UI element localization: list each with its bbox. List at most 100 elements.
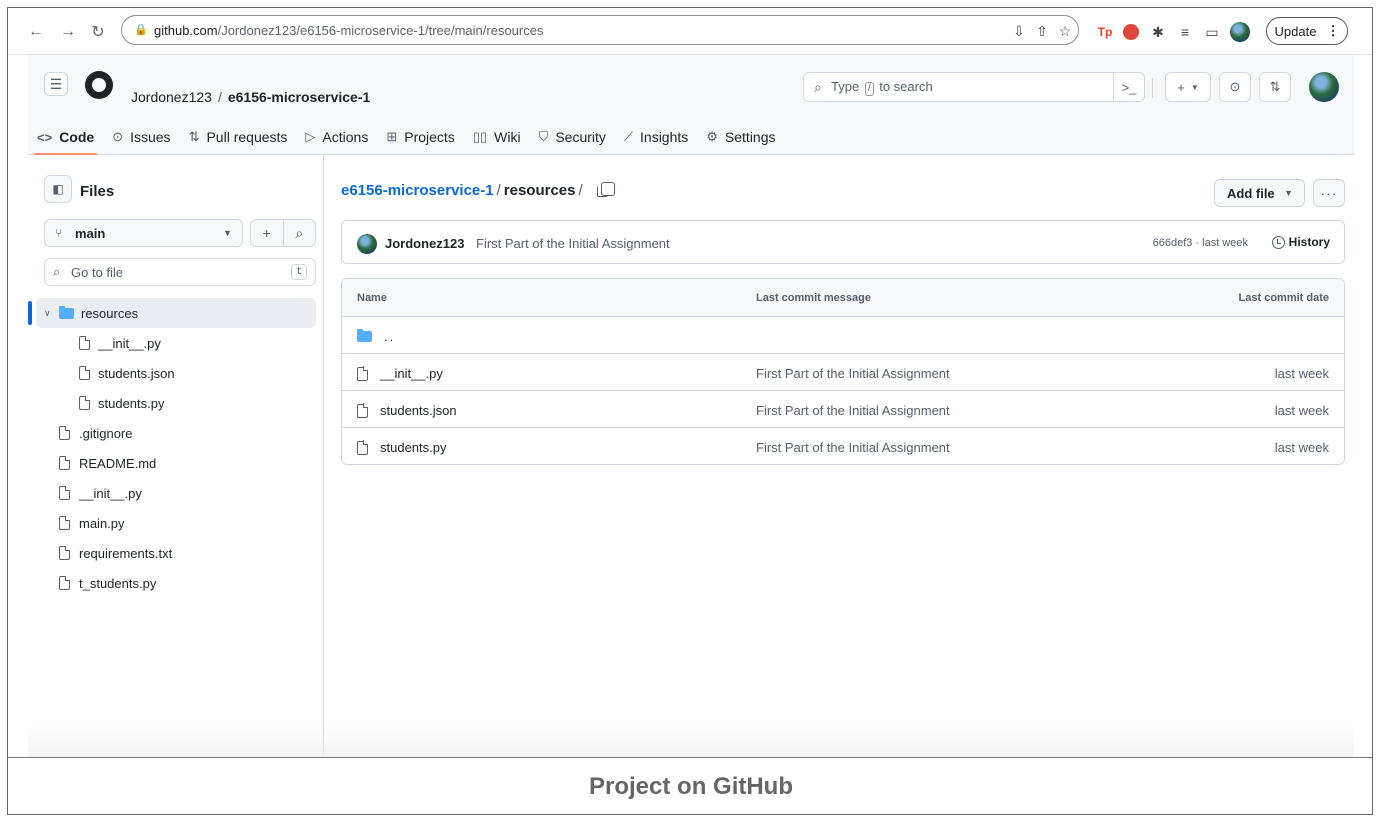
file-name[interactable]: students.json	[380, 403, 457, 418]
tree-item-resources-init[interactable]: __init__.py	[36, 328, 316, 358]
search-input[interactable]: ⌕ Type / to search	[803, 72, 1145, 102]
file-cell[interactable]: __init__.py	[357, 366, 443, 381]
tree-item-t-students[interactable]: t_students.py	[36, 568, 316, 598]
tab-projects[interactable]: ⊞ Projects	[377, 119, 463, 155]
search-icon[interactable]: ⌕	[282, 220, 316, 246]
commit-message-cell[interactable]: First Part of the Initial Assignment	[756, 440, 950, 455]
share-icon[interactable]: ⇧	[1033, 22, 1051, 40]
table-row-parent[interactable]: ..	[342, 316, 1344, 353]
tree-item-resources[interactable]: ∨ resources	[28, 298, 316, 328]
play-icon: ▷	[305, 129, 316, 144]
table-row[interactable]: students.json First Part of the Initial …	[342, 390, 1344, 427]
screenshot-frame: ← → ↻ 🔒 github.com/Jordonez123/e6156-mic…	[7, 7, 1373, 815]
add-file-label: Add file	[1227, 185, 1275, 201]
avatar[interactable]	[357, 234, 377, 254]
tab-settings[interactable]: ⚙ Settings	[697, 119, 784, 155]
commit-message[interactable]: First Part of the Initial Assignment	[476, 236, 670, 251]
github-logo-icon[interactable]	[85, 71, 113, 99]
create-new-button[interactable]: + ▼	[1165, 72, 1211, 102]
update-button[interactable]: Update ⋮	[1266, 17, 1348, 45]
parent-directory[interactable]: ..	[357, 329, 395, 344]
tp-extension-icon[interactable]: Tp	[1095, 22, 1115, 42]
sidebar-collapse-icon[interactable]: ◧	[44, 175, 72, 203]
path-separator: /	[496, 182, 501, 199]
user-avatar[interactable]	[1309, 72, 1339, 102]
table-row[interactable]: __init__.py First Part of the Initial As…	[342, 353, 1344, 390]
tab-insights[interactable]: ⟋ Insights	[615, 119, 697, 155]
figure-caption: Project on GitHub	[589, 773, 793, 800]
command-palette-icon[interactable]: >_	[1113, 72, 1145, 102]
copy-path-icon[interactable]	[597, 182, 615, 197]
file-cell[interactable]: students.py	[357, 440, 447, 455]
tab-actions[interactable]: ▷ Actions	[296, 119, 377, 155]
plus-icon[interactable]: +	[251, 220, 283, 246]
extensions-icon[interactable]: ✱	[1148, 22, 1168, 42]
reload-icon[interactable]: ↻	[88, 22, 108, 42]
tree-item-label: students.py	[98, 395, 165, 411]
tree-item-requirements[interactable]: requirements.txt	[36, 538, 316, 568]
commit-meta[interactable]: 666def3 · last week	[1153, 237, 1248, 249]
file-name[interactable]: __init__.py	[380, 366, 443, 381]
adblock-icon[interactable]	[1121, 22, 1141, 42]
reading-list-icon[interactable]: ≡	[1175, 22, 1195, 42]
tab-label: Settings	[724, 129, 776, 145]
tree-item-readme[interactable]: README.md	[36, 448, 316, 478]
forward-icon[interactable]: →	[58, 22, 78, 42]
history-label: History	[1288, 235, 1330, 249]
parent-label: ..	[384, 329, 396, 344]
profile-icon[interactable]	[1230, 22, 1250, 42]
install-icon[interactable]: ⇩	[1010, 22, 1028, 40]
tree-item-resources-students-py[interactable]: students.py	[36, 388, 316, 418]
commit-date-cell: last week	[1274, 440, 1329, 455]
file-name[interactable]: students.py	[380, 440, 447, 455]
kebab-icon: ⋮	[1326, 23, 1340, 38]
github-header: ☰ Jordonez123 / e6156-microservice-1 ⌕ Typ…	[28, 55, 1354, 155]
file-icon	[59, 515, 71, 530]
shortcut-key: t	[290, 264, 307, 280]
tree-actions: + ⌕	[250, 219, 316, 247]
tab-pull-requests[interactable]: ⇅ Pull requests	[180, 119, 297, 155]
repo-breadcrumb: Jordonez123 / e6156-microservice-1	[131, 89, 370, 105]
commit-message-cell[interactable]: First Part of the Initial Assignment	[756, 366, 950, 381]
address-bar[interactable]: 🔒 github.com/Jordonez123/e6156-microserv…	[121, 15, 1079, 45]
branch-selector[interactable]: ⑂ main ▼	[44, 219, 243, 247]
commit-message-cell[interactable]: First Part of the Initial Assignment	[756, 403, 950, 418]
crumb-separator: /	[217, 89, 222, 105]
file-cell[interactable]: students.json	[357, 403, 457, 418]
search-shortcut-key: /	[864, 81, 874, 96]
more-options-button[interactable]: ···	[1313, 179, 1345, 207]
path-separator: /	[578, 182, 583, 199]
pull-requests-icon[interactable]: ⇅	[1259, 72, 1291, 102]
repo-root-link[interactable]: e6156-microservice-1	[341, 182, 494, 199]
history-link[interactable]: History	[1271, 235, 1330, 249]
issue-icon: ⊙	[112, 129, 124, 144]
owner-link[interactable]: Jordonez123	[131, 89, 212, 105]
url-host: github.com	[154, 22, 218, 38]
tab-code[interactable]: <> Code	[28, 119, 103, 155]
repo-link[interactable]: e6156-microservice-1	[228, 89, 370, 105]
branch-label: main	[75, 225, 106, 241]
side-panel-icon[interactable]: ▭	[1202, 22, 1222, 42]
commit-author[interactable]: Jordonez123	[385, 236, 464, 251]
go-to-file-input[interactable]: ⌕ Go to file t	[44, 258, 316, 286]
tab-label: Issues	[130, 129, 171, 145]
star-icon[interactable]: ☆	[1056, 22, 1074, 40]
file-tree-sidebar: ◧ Files ⑂ main ▼ + ⌕ ⌕ Go to file t ∨ re…	[28, 156, 324, 758]
tab-wiki[interactable]: ▯▯ Wiki	[464, 119, 530, 155]
tab-issues[interactable]: ⊙ Issues	[103, 119, 179, 155]
issues-icon[interactable]: ⊙	[1219, 72, 1251, 102]
latest-commit: Jordonez123 First Part of the Initial As…	[341, 220, 1345, 264]
tree-item-resources-students-json[interactable]: students.json	[36, 358, 316, 388]
back-icon[interactable]: ←	[26, 22, 46, 42]
add-file-button[interactable]: Add file ▼	[1214, 179, 1305, 207]
tab-security[interactable]: ⛉ Security	[530, 119, 615, 155]
tab-label: Insights	[640, 129, 689, 145]
menu-icon[interactable]: ☰	[44, 72, 68, 96]
tree-item-main[interactable]: main.py	[36, 508, 316, 538]
tree-item-label: README.md	[79, 455, 157, 471]
lock-icon[interactable]: 🔒	[134, 23, 148, 36]
tree-item-init[interactable]: __init__.py	[36, 478, 316, 508]
tree-item-gitignore[interactable]: .gitignore	[36, 418, 316, 448]
table-row[interactable]: students.py First Part of the Initial As…	[342, 427, 1344, 464]
col-name-header: Name	[357, 292, 387, 304]
